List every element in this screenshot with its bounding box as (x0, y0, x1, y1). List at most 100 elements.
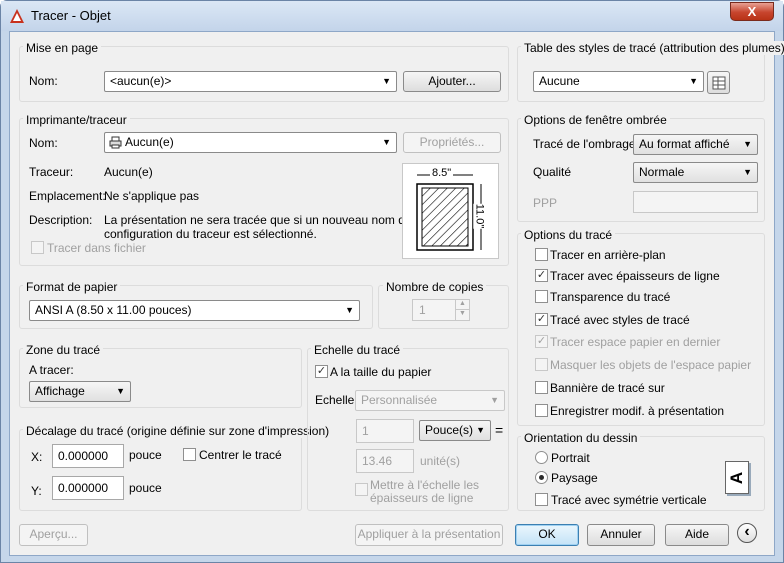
page-setup-title: Mise en page (23, 41, 102, 55)
save-layout-checkbox[interactable] (535, 404, 548, 417)
description-line-1: La présentation ne sera tracée que si un… (104, 213, 412, 227)
page-setup-name-label: Nom: (29, 74, 58, 88)
description-label: Description: (29, 213, 93, 227)
orientation-title: Orientation du dessin (521, 431, 641, 445)
paper-width-label: 8.5" (430, 167, 454, 179)
scale-denominator-input[interactable]: 13.46 (356, 449, 414, 473)
scale-select[interactable]: Personnalisée ▼ (355, 390, 505, 411)
plot-lineweights-checkbox[interactable]: ✓ (535, 269, 548, 282)
plot-options-title: Options du tracé (521, 228, 616, 242)
hide-paperspace-label: Masquer les objets de l'espace papier (550, 358, 752, 372)
plot-stamp-checkbox[interactable] (535, 381, 548, 394)
help-button[interactable]: Aide (665, 524, 729, 546)
offset-y-unit: pouce (129, 481, 162, 495)
paper-size-select[interactable]: ANSI A (8.50 x 11.00 pouces) ▼ (29, 300, 360, 321)
orientation-icon-letter: A (727, 471, 747, 485)
plot-with-styles-checkbox[interactable]: ✓ (535, 313, 548, 326)
chevron-down-icon: ▼ (689, 76, 698, 86)
plot-area-what-label: A tracer: (29, 363, 74, 377)
plot-offset-title: Décalage du tracé (origine définie sur z… (23, 424, 333, 438)
printer-icon (109, 136, 122, 149)
paper-preview: 8.5" 11.0" (402, 163, 499, 259)
offset-y-input[interactable]: 0.000000 (52, 476, 124, 500)
spin-down-icon[interactable]: ▼ (455, 310, 469, 320)
chevron-down-icon: ▼ (382, 76, 391, 86)
plot-background-checkbox[interactable] (535, 248, 548, 261)
scale-denominator-unit: unité(s) (420, 454, 461, 468)
quality-select[interactable]: Normale ▼ (633, 162, 758, 183)
printer-name-label: Nom: (29, 136, 58, 150)
plotter-value: Aucun(e) (104, 165, 153, 179)
printer-group-title: Imprimante/traceur (23, 113, 130, 127)
plot-stamp-label: Bannière de tracé sur (550, 381, 665, 395)
spin-up-icon[interactable]: ▲ (455, 300, 469, 310)
offset-x-label: X: (31, 450, 43, 464)
landscape-radio[interactable] (535, 471, 548, 484)
add-page-setup-button[interactable]: Ajouter... (403, 71, 501, 92)
shade-plot-label: Tracé de l'ombrage (533, 137, 636, 151)
offset-y-label: Y: (31, 484, 42, 498)
center-plot-checkbox[interactable] (183, 448, 196, 461)
fit-to-paper-label: A la taille du papier (330, 365, 432, 379)
upside-down-checkbox[interactable] (535, 493, 548, 506)
plotter-label: Traceur: (29, 165, 74, 179)
plot-transparency-label: Transparence du tracé (550, 290, 671, 304)
properties-button[interactable]: Propriétés... (403, 132, 501, 153)
chevron-down-icon: ▼ (476, 425, 485, 435)
ok-button[interactable]: OK (515, 524, 579, 546)
plot-style-table-select[interactable]: Aucune ▼ (533, 71, 704, 92)
location-label: Emplacement: (29, 189, 106, 203)
preview-button[interactable]: Aperçu... (19, 524, 88, 546)
copies-stepper[interactable]: 1 ▲ ▼ (412, 299, 470, 321)
plot-area-title: Zone du tracé (23, 343, 104, 357)
plot-to-file-label: Tracer dans fichier (47, 241, 146, 255)
scale-equals-sign: = (495, 422, 504, 438)
plot-area-select[interactable]: Affichage ▼ (29, 381, 131, 402)
dialog-window: Tracer - Objet X Mise en page Nom: <aucu… (0, 0, 784, 563)
shade-plot-select[interactable]: Au format affiché ▼ (633, 134, 758, 155)
copies-title: Nombre de copies (383, 280, 487, 294)
landscape-orientation-icon: A (725, 461, 749, 494)
close-button[interactable]: X (730, 2, 774, 21)
landscape-label: Paysage (551, 471, 598, 485)
shaded-viewport-title: Options de fenêtre ombrée (521, 113, 670, 127)
plot-transparency-checkbox[interactable] (535, 290, 548, 303)
page-setup-name-select[interactable]: <aucun(e)> ▼ (104, 71, 397, 92)
description-line-2: configuration du traceur est sélectionné… (104, 227, 317, 241)
portrait-radio[interactable] (535, 451, 548, 464)
window-title: Tracer - Objet (31, 8, 111, 23)
plot-background-label: Tracer en arrière-plan (550, 248, 666, 262)
paperspace-last-checkbox[interactable]: ✓ (535, 335, 548, 348)
plot-to-file-checkbox[interactable] (31, 241, 44, 254)
scale-label: Echelle: (315, 393, 358, 407)
scale-lineweights-label-1: Mettre à l'échelle les (370, 478, 480, 492)
chevron-down-icon: ▼ (490, 395, 499, 405)
save-layout-label: Enregistrer modif. à présentation (550, 404, 725, 418)
scale-lineweights-checkbox[interactable] (355, 483, 368, 496)
edit-plot-style-button[interactable] (707, 71, 730, 94)
plot-lineweights-label: Tracer avec épaisseurs de ligne (550, 269, 720, 283)
fit-to-paper-checkbox[interactable]: ✓ (315, 365, 328, 378)
quality-label: Qualité (533, 165, 572, 179)
collapse-options-button[interactable]: ‹ (737, 523, 757, 543)
dialog-client-area: Mise en page Nom: <aucun(e)> ▼ Ajouter...… (9, 31, 784, 556)
dpi-input[interactable] (633, 191, 758, 213)
title-bar[interactable]: Tracer - Objet X (1, 1, 783, 31)
chevron-down-icon: ▼ (345, 305, 354, 315)
offset-x-input[interactable]: 0.000000 (52, 444, 124, 468)
copies-value: 1 (419, 303, 426, 317)
offset-x-unit: pouce (129, 448, 162, 462)
scale-numerator-input[interactable]: 1 (356, 419, 414, 443)
autocad-app-icon (10, 9, 24, 23)
dpi-label: PPP (533, 196, 558, 210)
table-edit-icon (712, 76, 726, 90)
chevron-down-icon: ▼ (743, 139, 752, 149)
printer-name-select[interactable]: Aucun(e) ▼ (104, 132, 397, 153)
hide-paperspace-checkbox[interactable] (535, 358, 548, 371)
plot-style-table-title: Table des styles de tracé (attribution d… (521, 41, 784, 55)
scale-unit-select[interactable]: Pouce(s) ▼ (419, 420, 491, 441)
cancel-button[interactable]: Annuler (587, 524, 655, 546)
chevron-down-icon: ▼ (382, 137, 391, 147)
apply-to-layout-button[interactable]: Appliquer à la présentation (355, 524, 503, 546)
chevron-down-icon: ▼ (116, 386, 125, 396)
